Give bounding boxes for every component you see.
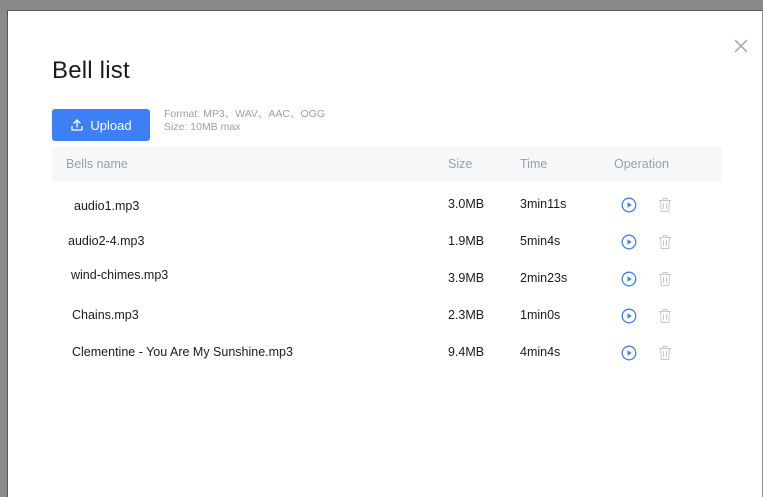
dialog-title: Bell list bbox=[52, 57, 130, 84]
table-header: Bells name Size Time Operation bbox=[52, 147, 722, 182]
upload-button[interactable]: Upload bbox=[52, 109, 150, 141]
format-hint: Format: MP3、WAV、AAC、OGG Size: 10MB max bbox=[164, 108, 325, 134]
bell-name: Chains.mp3 bbox=[72, 308, 139, 322]
close-icon[interactable] bbox=[734, 39, 748, 53]
table-row: wind-chimes.mp3 3.9MB 2min23s bbox=[52, 268, 722, 299]
bell-size: 3.9MB bbox=[448, 271, 485, 285]
bell-name: Clementine - You Are My Sunshine.mp3 bbox=[72, 345, 293, 359]
bell-time: 4min4s bbox=[520, 345, 561, 359]
header-time: Time bbox=[520, 157, 548, 171]
bell-name: audio2-4.mp3 bbox=[68, 234, 145, 248]
bell-time: 1min0s bbox=[520, 308, 561, 322]
play-icon[interactable] bbox=[621, 308, 637, 324]
trash-icon[interactable] bbox=[658, 345, 672, 361]
bell-name: audio1.mp3 bbox=[74, 199, 140, 213]
upload-label: Upload bbox=[90, 117, 132, 133]
bell-size: 1.9MB bbox=[448, 234, 485, 248]
bell-list-dialog: Bell list Upload Format: MP3、WAV、AAC、OGG… bbox=[7, 10, 762, 497]
table-row: audio1.mp3 3.0MB 3min11s bbox=[52, 197, 722, 227]
play-icon[interactable] bbox=[621, 345, 637, 361]
bell-time: 2min23s bbox=[520, 271, 568, 285]
header-operation: Operation bbox=[614, 157, 669, 171]
header-bells-name: Bells name bbox=[66, 157, 128, 171]
bell-size: 2.3MB bbox=[448, 308, 485, 322]
trash-icon[interactable] bbox=[658, 234, 672, 250]
trash-icon[interactable] bbox=[658, 271, 672, 287]
table-row: Clementine - You Are My Sunshine.mp3 9.4… bbox=[52, 345, 722, 375]
play-icon[interactable] bbox=[621, 234, 637, 250]
upload-icon bbox=[70, 118, 84, 132]
bell-size: 3.0MB bbox=[448, 197, 485, 211]
trash-icon[interactable] bbox=[658, 197, 672, 213]
format-hint-size: Size: 10MB max bbox=[164, 121, 241, 133]
play-icon[interactable] bbox=[621, 197, 637, 213]
table-row: Chains.mp3 2.3MB 1min0s bbox=[52, 308, 722, 338]
header-size: Size bbox=[448, 157, 473, 171]
table-row: audio2-4.mp3 1.9MB 5min4s bbox=[52, 234, 722, 264]
trash-icon[interactable] bbox=[658, 308, 672, 324]
bell-time: 3min11s bbox=[520, 197, 567, 211]
bell-size: 9.4MB bbox=[448, 345, 485, 359]
bell-time: 5min4s bbox=[520, 234, 561, 248]
format-hint-formats: Format: MP3、WAV、AAC、OGG bbox=[164, 108, 326, 120]
play-icon[interactable] bbox=[621, 271, 637, 287]
bell-name: wind-chimes.mp3 bbox=[71, 268, 169, 282]
